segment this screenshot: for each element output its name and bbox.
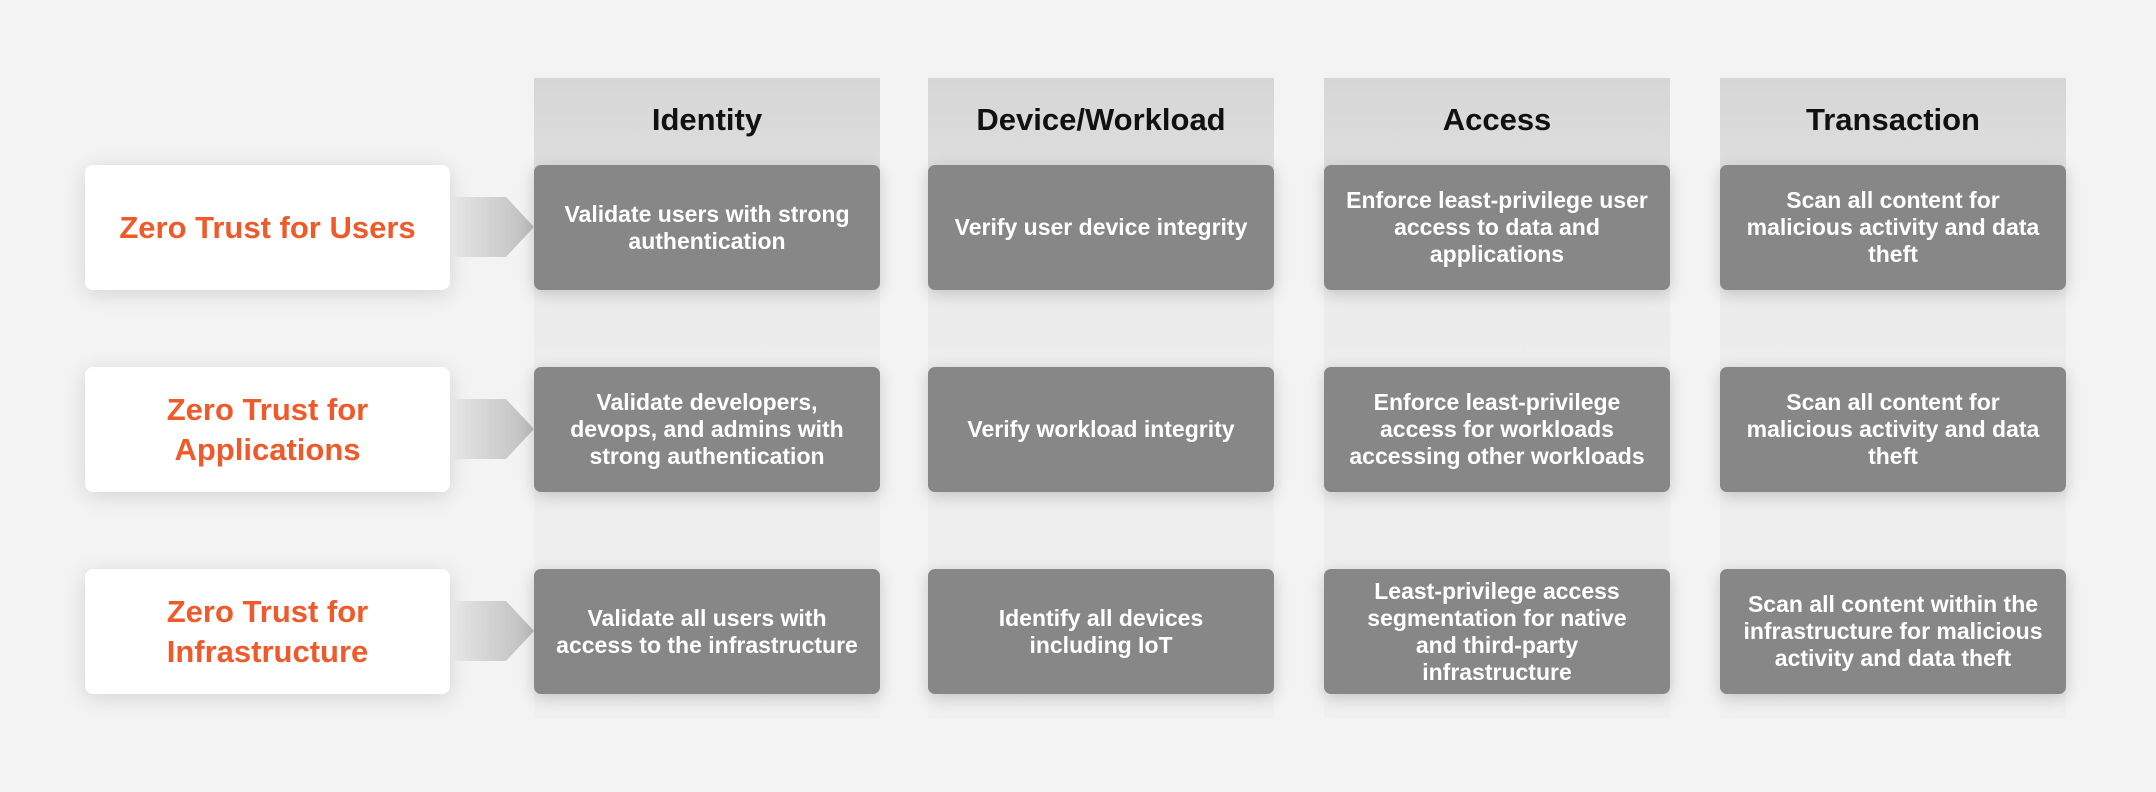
- arrow-icon: [452, 197, 534, 257]
- matrix-cell: Least-privilege access segmentation for …: [1324, 569, 1670, 694]
- matrix-cell: Validate all users with access to the in…: [534, 569, 880, 694]
- matrix-cell: Scan all content for malicious activity …: [1720, 367, 2066, 492]
- matrix-cell: Enforce least-privilege access for workl…: [1324, 367, 1670, 492]
- column-header-device-workload: Device/Workload: [976, 102, 1226, 137]
- matrix-cell: Validate users with strong authenticatio…: [534, 165, 880, 290]
- arrow-icon: [452, 601, 534, 661]
- matrix-cell: Scan all content for malicious activity …: [1720, 165, 2066, 290]
- matrix-cell: Verify workload integrity: [928, 367, 1274, 492]
- row-label-zero-trust-for-applications: Zero Trust for Applications: [85, 367, 450, 492]
- column-header-identity: Identity: [651, 102, 763, 137]
- matrix-cell: Validate developers, devops, and admins …: [534, 367, 880, 492]
- row-label-zero-trust-for-users: Zero Trust for Users: [85, 165, 450, 290]
- matrix-cell: Scan all content within the infrastructu…: [1720, 569, 2066, 694]
- matrix-cell: Verify user device integrity: [928, 165, 1274, 290]
- arrow-icon: [452, 399, 534, 459]
- row-label-zero-trust-for-infrastructure: Zero Trust for Infrastructure: [85, 569, 450, 694]
- matrix-cell: Enforce least-privilege user access to d…: [1324, 165, 1670, 290]
- matrix-cell: Identify all devices including IoT: [928, 569, 1274, 694]
- column-header-transaction: Transaction: [1806, 102, 1980, 137]
- column-header-access: Access: [1442, 102, 1552, 137]
